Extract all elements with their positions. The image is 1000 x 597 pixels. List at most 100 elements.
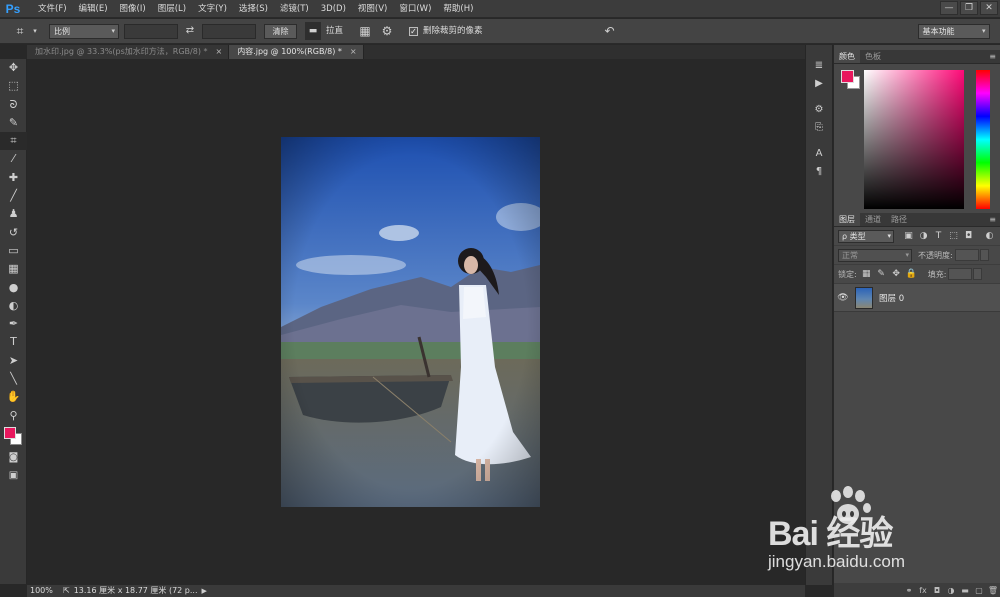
brush-tool[interactable]: ╱ [0, 187, 27, 205]
delete-cropped-checkbox[interactable]: ✓ [409, 26, 419, 36]
adjustment-filter-icon[interactable]: ◑ [917, 230, 930, 243]
menu-edit[interactable]: 编辑(E) [73, 0, 114, 18]
lasso-tool[interactable]: ᘐ [0, 96, 27, 114]
hand-tool[interactable]: ✋ [0, 388, 27, 406]
close-icon[interactable]: × [215, 45, 222, 59]
panel-menu-icon[interactable]: ≡ [989, 213, 1000, 226]
status-menu-arrow-icon[interactable]: ▶ [202, 587, 210, 595]
add-mask-icon[interactable]: ◘ [930, 586, 944, 595]
eraser-tool[interactable]: ▭ [0, 242, 27, 260]
shape-filter-icon[interactable]: ⬚ [947, 230, 960, 243]
delete-layer-icon[interactable]: 🗑 [986, 586, 1000, 595]
restore-button[interactable]: ❐ [960, 1, 978, 15]
marquee-tool[interactable]: ⬚ [0, 77, 27, 95]
quick-select-tool[interactable]: ✎ [0, 114, 27, 132]
tab-layers[interactable]: 图层 [834, 213, 860, 226]
type-tool[interactable]: T [0, 333, 27, 351]
panel-menu-icon[interactable]: ≡ [989, 50, 1000, 63]
ratio-select[interactable]: 比例 ▾ [49, 23, 119, 39]
tab-channels[interactable]: 通道 [860, 213, 886, 226]
paragraph-icon[interactable]: ¶ [806, 163, 832, 181]
minimize-button[interactable]: — [940, 1, 958, 15]
layer-style-icon[interactable]: fx [916, 586, 930, 595]
tab-color[interactable]: 颜色 [834, 50, 860, 63]
quick-mask-icon[interactable]: ◙ [0, 449, 27, 467]
new-layer-icon[interactable]: ▢ [972, 586, 986, 595]
tab-watermark-doc[interactable]: 加水印.jpg @ 33.3%(ps加水印方法，RGB/8) * × [27, 45, 230, 59]
new-group-icon[interactable]: ▬ [958, 586, 972, 595]
pixel-filter-icon[interactable]: ▣ [902, 230, 915, 243]
reset-icon[interactable]: ↶ [602, 22, 618, 40]
layer-name[interactable]: 图层 0 [879, 292, 904, 304]
export-icon[interactable]: ⇱ [63, 585, 70, 597]
tab-swatches[interactable]: 色板 [860, 50, 886, 63]
link-layers-icon[interactable]: ⚭ [902, 586, 916, 595]
healing-brush-tool[interactable]: ✚ [0, 169, 27, 187]
character-icon[interactable]: A [806, 145, 832, 163]
history-icon[interactable]: ≣ [806, 57, 832, 75]
straighten-label[interactable]: 拉直 [326, 22, 343, 40]
menu-filter[interactable]: 滤镜(T) [274, 0, 315, 18]
swap-icon[interactable]: ⇄ [182, 22, 198, 40]
tab-content-doc[interactable]: 内容.jpg @ 100%(RGB/8) * × [229, 45, 364, 59]
clone-stamp-tool[interactable]: ♟ [0, 205, 27, 223]
gear-icon[interactable]: ⚙ [379, 22, 395, 40]
lock-image-icon[interactable]: ✎ [875, 268, 888, 281]
opacity-field[interactable] [954, 249, 979, 261]
lock-position-icon[interactable]: ✥ [890, 268, 903, 281]
line-tool[interactable]: ╲ [0, 370, 27, 388]
clone-source-icon[interactable]: ⎘ [806, 119, 832, 137]
layer-filter-select[interactable]: ρ 类型 ▾ [838, 229, 894, 243]
straighten-icon[interactable]: ▬ [305, 22, 321, 40]
eyedropper-tool[interactable]: ⁄ [0, 150, 27, 168]
menu-file[interactable]: 文件(F) [32, 0, 73, 18]
lock-transparent-icon[interactable]: ▦ [860, 268, 873, 281]
canvas-area[interactable] [27, 59, 792, 584]
crop-icon[interactable]: ⌗ [10, 22, 30, 40]
adjustment-layer-icon[interactable]: ◑ [944, 586, 958, 595]
foreground-color[interactable] [841, 70, 854, 83]
blur-tool[interactable]: ● [0, 279, 27, 297]
workspace-select[interactable]: 基本功能 ▾ [917, 23, 990, 39]
menu-layer[interactable]: 图层(L) [152, 0, 192, 18]
menu-type[interactable]: 文字(Y) [192, 0, 233, 18]
menu-3d[interactable]: 3D(D) [315, 0, 352, 18]
menu-select[interactable]: 选择(S) [233, 0, 274, 18]
blend-mode-select[interactable]: 正常 ▾ [838, 248, 912, 262]
saturation-field[interactable] [864, 70, 964, 209]
close-window-button[interactable]: ✕ [980, 1, 998, 15]
menu-window[interactable]: 窗口(W) [393, 0, 437, 18]
chevron-down-icon[interactable]: ▾ [30, 22, 40, 40]
hue-slider[interactable] [976, 70, 990, 209]
smart-object-filter-icon[interactable]: ◘ [962, 230, 975, 243]
clear-button[interactable]: 清除 [264, 23, 297, 39]
opacity-dropdown[interactable] [979, 249, 989, 261]
foreground-color[interactable] [4, 426, 16, 439]
brush-presets-icon[interactable]: ⚙ [806, 101, 832, 119]
zoom-tool[interactable]: ⚲ [0, 407, 27, 425]
zoom-level[interactable]: 100% [27, 585, 57, 597]
grid-overlay-icon[interactable]: ▦ [357, 22, 373, 40]
tab-paths[interactable]: 路径 [886, 213, 912, 226]
dodge-tool[interactable]: ◐ [0, 297, 27, 315]
screen-mode-icon[interactable]: ▣ [0, 467, 27, 485]
actions-play-icon[interactable]: ▶ [806, 75, 832, 93]
fill-dropdown[interactable] [973, 268, 983, 280]
gradient-tool[interactable]: ▦ [0, 260, 27, 278]
filter-toggle-icon[interactable]: ◐ [983, 230, 996, 243]
menu-view[interactable]: 视图(V) [352, 0, 393, 18]
menu-help[interactable]: 帮助(H) [437, 0, 479, 18]
crop-tool[interactable]: ⌗ [0, 132, 27, 151]
height-field[interactable] [202, 23, 256, 39]
close-icon[interactable]: × [350, 45, 357, 59]
pen-tool[interactable]: ✒ [0, 315, 27, 333]
fill-field[interactable] [948, 268, 973, 280]
menu-image[interactable]: 图像(I) [114, 0, 152, 18]
history-brush-tool[interactable]: ↺ [0, 224, 27, 242]
type-filter-icon[interactable]: T [932, 230, 945, 243]
layer-row[interactable]: 👁 图层 0 [834, 284, 1000, 312]
move-tool[interactable]: ✥ [0, 59, 27, 77]
path-select-tool[interactable]: ➤ [0, 352, 27, 370]
width-field[interactable] [124, 23, 178, 39]
eye-icon[interactable]: 👁 [834, 293, 852, 303]
